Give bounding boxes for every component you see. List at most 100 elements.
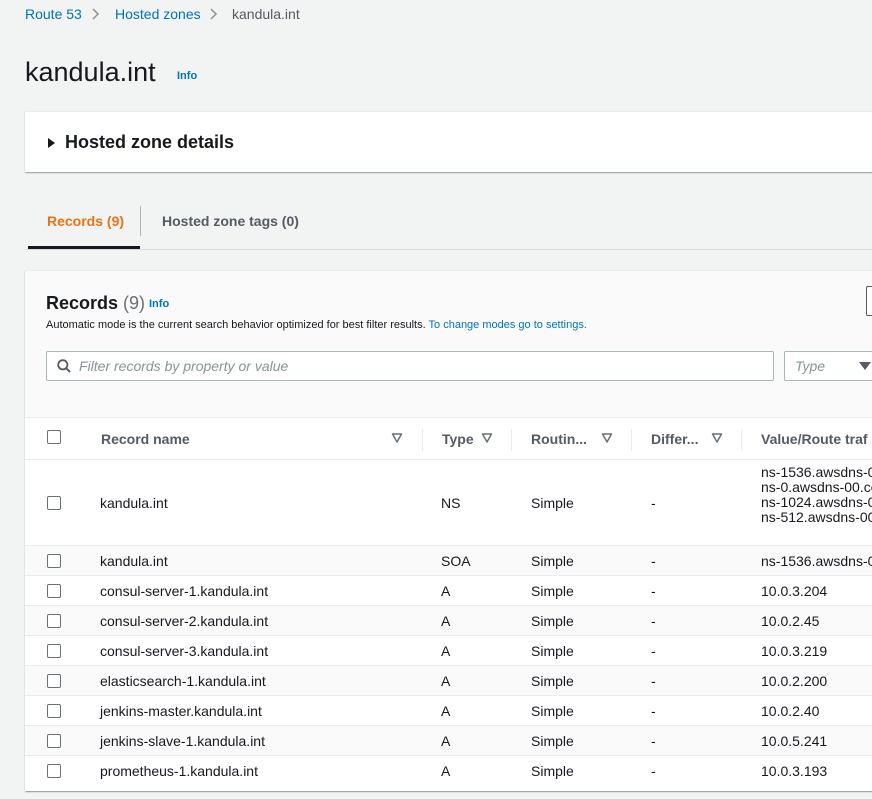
row-checkbox[interactable]	[47, 644, 61, 658]
record-routing: Simple	[531, 643, 574, 659]
column-header-record-name[interactable]: Record name	[101, 431, 190, 447]
row-checkbox[interactable]	[47, 554, 61, 568]
caret-down-icon	[859, 362, 871, 370]
record-differentiator: -	[651, 733, 656, 749]
tab-bar-border	[25, 249, 872, 250]
table-row[interactable]: prometheus-1.kandula.int A Simple - 10.0…	[25, 755, 872, 786]
record-value: ns-0.awsdns-00.co	[761, 479, 872, 495]
chevron-right-icon	[92, 8, 100, 20]
sort-caret-down-icon[interactable]	[711, 432, 723, 444]
record-routing: Simple	[531, 553, 574, 569]
record-name: elasticsearch-1.kandula.int	[100, 673, 266, 689]
breadcrumb-hosted-zones[interactable]: Hosted zones	[115, 6, 201, 22]
table-header-top-border	[25, 417, 872, 418]
table-row[interactable]: consul-server-3.kandula.int A Simple - 1…	[25, 635, 872, 666]
table-row[interactable]: consul-server-1.kandula.int A Simple - 1…	[25, 575, 872, 606]
record-routing: Simple	[531, 495, 574, 511]
record-type: A	[441, 583, 451, 599]
hosted-zone-details-title[interactable]: Hosted zone details	[65, 131, 234, 153]
caret-right-icon	[48, 138, 55, 148]
record-differentiator: -	[651, 495, 656, 511]
table-row[interactable]: kandula.int SOA Simple - ns-1536.awsdns-…	[25, 545, 872, 576]
record-routing: Simple	[531, 763, 574, 779]
sort-caret-down-icon[interactable]	[601, 432, 613, 444]
record-routing: Simple	[531, 583, 574, 599]
record-routing: Simple	[531, 733, 574, 749]
record-value: ns-1024.awsdns-0	[761, 494, 872, 510]
hosted-zone-details-panel[interactable]: Hosted zone details	[25, 111, 872, 172]
column-divider[interactable]	[631, 429, 632, 451]
record-value: 10.0.3.193	[761, 763, 828, 779]
records-description: Automatic mode is the current search beh…	[46, 318, 587, 332]
column-divider[interactable]	[741, 429, 742, 451]
records-description-text: Automatic mode is the current search beh…	[46, 319, 426, 331]
records-info-link[interactable]: Info	[149, 298, 169, 310]
tab-hosted-zone-tags[interactable]: Hosted zone tags (0)	[162, 212, 299, 230]
record-value: 10.0.3.204	[761, 583, 828, 599]
row-checkbox[interactable]	[47, 704, 61, 718]
column-header-routing[interactable]: Routin...	[531, 431, 587, 447]
row-checkbox[interactable]	[47, 614, 61, 628]
column-header-type[interactable]: Type	[442, 431, 474, 447]
record-type: NS	[441, 495, 461, 511]
record-differentiator: -	[651, 553, 656, 569]
record-type: A	[441, 613, 451, 629]
record-routing: Simple	[531, 613, 574, 629]
breadcrumb-current: kandula.int	[232, 6, 300, 22]
tab-records[interactable]: Records (9)	[47, 212, 124, 230]
filter-records-input[interactable]	[79, 352, 759, 380]
table-row[interactable]: elasticsearch-1.kandula.int A Simple - 1…	[25, 665, 872, 696]
record-differentiator: -	[651, 643, 656, 659]
record-differentiator: -	[651, 583, 656, 599]
record-name: kandula.int	[100, 553, 168, 569]
record-routing: Simple	[531, 703, 574, 719]
row-checkbox[interactable]	[47, 496, 61, 510]
tab-divider	[140, 206, 141, 236]
record-value-list: ns-1536.awsdns-0 ns-0.awsdns-00.co ns-10…	[761, 465, 872, 525]
table-row[interactable]: consul-server-2.kandula.int A Simple - 1…	[25, 605, 872, 636]
records-action-button[interactable]	[866, 286, 872, 316]
column-divider[interactable]	[422, 429, 423, 451]
type-filter-placeholder: Type	[795, 358, 826, 374]
type-filter-select[interactable]: Type	[784, 351, 872, 381]
record-name: consul-server-3.kandula.int	[100, 643, 269, 659]
record-type: A	[441, 673, 451, 689]
table-row[interactable]: jenkins-slave-1.kandula.int A Simple - 1…	[25, 725, 872, 756]
record-name: jenkins-master.kandula.int	[100, 703, 262, 719]
breadcrumb-route53[interactable]: Route 53	[25, 6, 82, 22]
filter-records-search	[46, 351, 774, 381]
column-header-differentiator[interactable]: Differ...	[651, 431, 698, 447]
record-value: 10.0.5.241	[761, 733, 828, 749]
chevron-right-icon	[210, 8, 218, 20]
record-name: consul-server-1.kandula.int	[100, 583, 269, 599]
record-differentiator: -	[651, 703, 656, 719]
row-checkbox[interactable]	[47, 674, 61, 688]
record-value: 10.0.2.45	[761, 613, 820, 629]
records-title-text: Records	[46, 293, 119, 313]
search-icon	[57, 359, 71, 373]
sort-caret-down-icon[interactable]	[391, 432, 403, 444]
record-name: kandula.int	[100, 495, 168, 511]
active-tab-indicator	[28, 246, 140, 249]
record-type: A	[441, 643, 451, 659]
record-value: 10.0.2.200	[761, 673, 828, 689]
record-name: consul-server-2.kandula.int	[100, 613, 269, 629]
record-name: jenkins-slave-1.kandula.int	[100, 733, 265, 749]
row-checkbox[interactable]	[47, 584, 61, 598]
table-row[interactable]: kandula.int NS Simple - ns-1536.awsdns-0…	[25, 460, 872, 545]
record-value: 10.0.3.219	[761, 643, 828, 659]
sort-caret-down-icon[interactable]	[481, 432, 493, 444]
record-value: ns-1536.awsdns-0	[761, 464, 872, 480]
column-header-value[interactable]: Value/Route traf	[761, 431, 868, 447]
change-modes-link[interactable]: To change modes go to settings.	[429, 319, 587, 331]
records-panel: Records (9) Info Automatic mode is the c…	[25, 270, 872, 791]
page-info-link[interactable]: Info	[177, 70, 197, 82]
record-value: ns-1536.awsdns-0	[761, 553, 872, 569]
record-type: A	[441, 763, 451, 779]
column-divider[interactable]	[511, 429, 512, 451]
record-type: A	[441, 703, 451, 719]
row-checkbox[interactable]	[47, 734, 61, 748]
row-checkbox[interactable]	[47, 764, 61, 778]
select-all-checkbox[interactable]	[47, 430, 61, 444]
table-row[interactable]: jenkins-master.kandula.int A Simple - 10…	[25, 695, 872, 726]
